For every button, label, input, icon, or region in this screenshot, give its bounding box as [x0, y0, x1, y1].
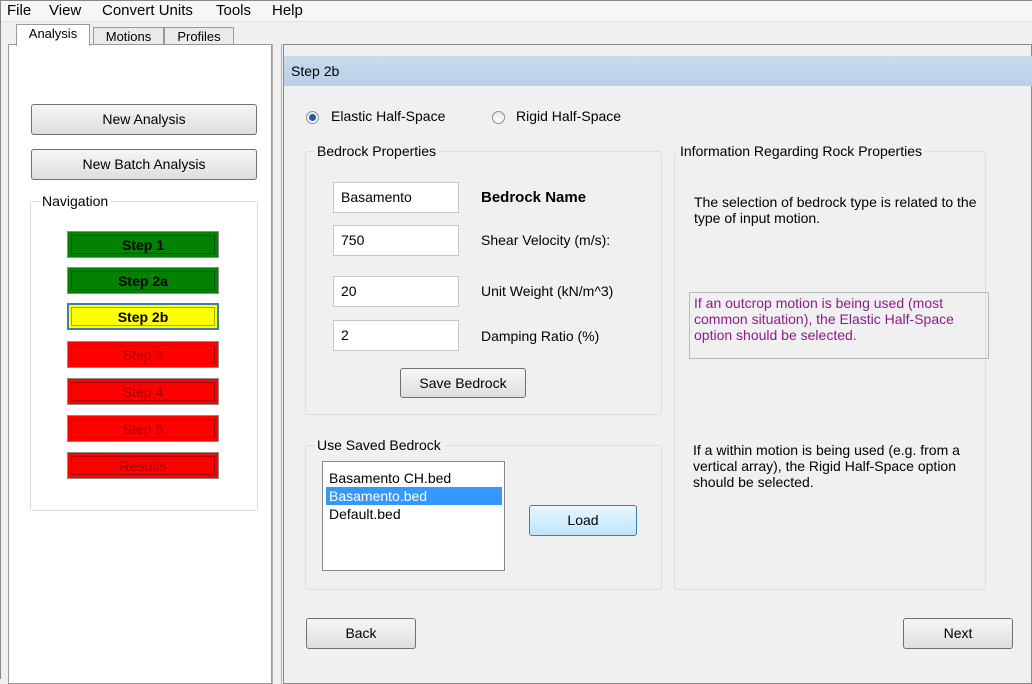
tab-analysis[interactable]: Analysis [16, 24, 90, 46]
elastic-half-space-label[interactable]: Elastic Half-Space [331, 108, 445, 124]
nav-step-label: Step 1 [71, 235, 215, 254]
nav-step-1[interactable]: Step 1 [67, 231, 219, 258]
elastic-half-space-radio[interactable] [306, 111, 319, 124]
nav-step-5[interactable]: Step 5 [67, 415, 219, 442]
damping-ratio-input[interactable]: 2 [333, 320, 459, 351]
shear-velocity-label: Shear Velocity (m/s): [481, 232, 611, 248]
load-button[interactable]: Load [529, 505, 637, 536]
list-item[interactable]: Basamento.bed [326, 487, 502, 505]
saved-bedrock-list[interactable]: Basamento CH.bed Basamento.bed Default.b… [322, 461, 505, 571]
bedrock-name-label: Bedrock Name [481, 189, 587, 206]
bedrock-name-input[interactable]: Basamento [333, 182, 459, 213]
info-paragraph-1: The selection of bedrock type is related… [694, 194, 977, 226]
nav-step-2b[interactable]: Step 2b [67, 303, 219, 330]
navigation-title: Navigation [39, 193, 112, 209]
menu-file[interactable]: File [5, 2, 33, 20]
unit-weight-label: Unit Weight (kN/m^3) [481, 283, 614, 299]
step-title: Step 2b [291, 63, 340, 79]
new-batch-analysis-button[interactable]: New Batch Analysis [31, 149, 257, 180]
rigid-half-space-radio[interactable] [492, 111, 505, 124]
nav-step-2a[interactable]: Step 2a [67, 267, 219, 294]
back-button[interactable]: Back [306, 618, 416, 649]
menu-view[interactable]: View [47, 2, 83, 20]
info-paragraph-2: If an outcrop motion is being used (most… [689, 292, 989, 359]
step-header: Step 2b [284, 56, 1032, 86]
panel-splitter[interactable] [272, 44, 282, 684]
nav-step-label: Step 2b [71, 307, 215, 326]
nav-step-label: Step 3 [71, 345, 215, 364]
nav-step-3[interactable]: Step 3 [67, 341, 219, 368]
menu-convert-units[interactable]: Convert Units [100, 2, 195, 20]
rigid-half-space-label[interactable]: Rigid Half-Space [516, 108, 621, 124]
nav-step-4[interactable]: Step 4 [67, 378, 219, 405]
damping-ratio-label: Damping Ratio (%) [481, 328, 600, 344]
menu-bar: File View Convert Units Tools Help [0, 0, 1032, 22]
saved-bedrock-title: Use Saved Bedrock [314, 437, 444, 453]
save-bedrock-button[interactable]: Save Bedrock [400, 368, 526, 398]
nav-step-label: Step 2a [71, 271, 215, 290]
list-item[interactable]: Default.bed [326, 505, 502, 523]
bedrock-properties-title: Bedrock Properties [314, 143, 440, 159]
info-paragraph-3: If a within motion is being used (e.g. f… [693, 442, 960, 490]
menu-tools[interactable]: Tools [214, 2, 253, 20]
list-item[interactable]: Basamento CH.bed [326, 469, 502, 487]
nav-step-label: Step 5 [71, 419, 215, 438]
menu-help[interactable]: Help [270, 2, 305, 20]
nav-step-label: Results [71, 456, 215, 475]
nav-results[interactable]: Results [67, 452, 219, 479]
nav-step-label: Step 4 [71, 382, 215, 401]
new-analysis-button[interactable]: New Analysis [31, 104, 257, 135]
unit-weight-input[interactable]: 20 [333, 276, 459, 307]
rock-info-title: Information Regarding Rock Properties [677, 143, 926, 159]
next-button[interactable]: Next [903, 618, 1013, 649]
shear-velocity-input[interactable]: 750 [333, 225, 459, 256]
